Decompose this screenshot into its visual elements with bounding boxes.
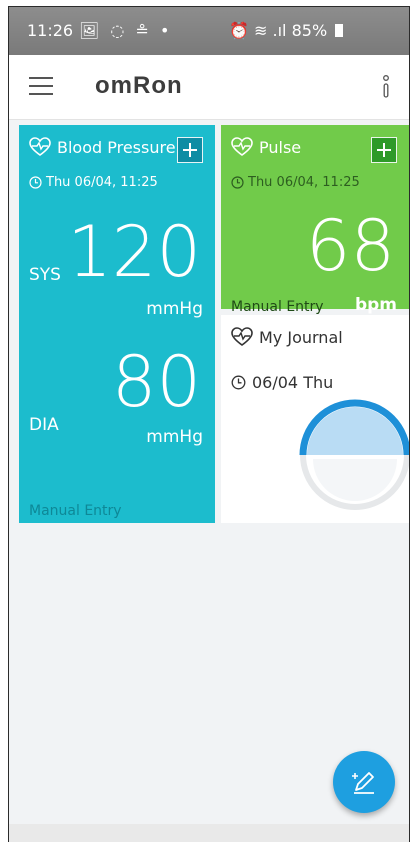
- pulse-timestamp-text: Thu 06/04, 11:25: [248, 175, 360, 190]
- battery-level: 85%: [291, 21, 328, 40]
- heart-pulse-icon: [29, 137, 51, 156]
- sys-label: SYS: [29, 265, 61, 285]
- pulse-unit: bpm: [354, 295, 397, 315]
- omron-logo: omRon: [95, 72, 183, 99]
- dia-label: DIA: [29, 415, 59, 435]
- pulse-entry-type: Manual Entry: [231, 299, 324, 315]
- add-bp-button[interactable]: [177, 137, 203, 163]
- phone-screen: 11:26 🖼 ◌ ≗ • ⏰ ≋ .ıl 85% omRon Blood Pr: [8, 6, 410, 842]
- kebab-icon[interactable]: [381, 75, 391, 99]
- edit-pen-icon: [352, 772, 374, 794]
- system-nav-strip: [9, 824, 409, 842]
- system-status-icons: ⏰ ≋ .ıl: [229, 21, 287, 40]
- bp-title: Blood Pressure: [57, 137, 176, 157]
- status-time: 11:26: [27, 21, 74, 40]
- clock-icon: [29, 176, 42, 189]
- battery-icon: [335, 24, 344, 37]
- pulse-value: 68: [305, 205, 395, 287]
- pulse-tile[interactable]: Pulse Thu 06/04, 11:25 68 Manual Entry b…: [221, 125, 409, 315]
- dia-value: 80: [111, 341, 201, 423]
- hamburger-icon[interactable]: [29, 77, 53, 95]
- add-entry-fab[interactable]: [333, 751, 395, 813]
- journal-tile[interactable]: My Journal 06/04 Thu: [221, 315, 409, 523]
- bp-timestamp-text: Thu 06/04, 11:25: [46, 175, 158, 190]
- clock-icon: [231, 176, 244, 189]
- blood-pressure-tile[interactable]: Blood Pressure Thu 06/04, 11:25 SYS 120 …: [19, 125, 215, 523]
- journal-title: My Journal: [259, 327, 343, 347]
- system-icons: ⏰ ≋ .ıl 85%: [229, 21, 344, 40]
- sys-unit: mmHg: [146, 299, 203, 319]
- bp-header: Blood Pressure: [29, 137, 176, 157]
- dia-unit: mmHg: [146, 427, 203, 447]
- add-pulse-button[interactable]: [371, 137, 397, 163]
- pulse-title: Pulse: [259, 137, 302, 157]
- bp-timestamp: Thu 06/04, 11:25: [29, 175, 158, 190]
- bp-entry-type: Manual Entry: [29, 503, 122, 519]
- pulse-header: Pulse: [231, 137, 301, 157]
- sys-value: 120: [67, 211, 201, 293]
- pulse-timestamp: Thu 06/04, 11:25: [231, 175, 360, 190]
- journal-mood-gauge: [299, 399, 409, 510]
- heart-pulse-icon: [231, 327, 253, 346]
- heart-pulse-icon: [231, 137, 253, 156]
- clock-icon: [231, 375, 246, 390]
- app-bar: omRon: [9, 55, 409, 120]
- journal-header: My Journal: [231, 327, 343, 347]
- notification-icons: 🖼 ◌ ≗ •: [79, 21, 173, 40]
- status-bar: 11:26 🖼 ◌ ≗ • ⏰ ≋ .ıl 85%: [9, 7, 409, 55]
